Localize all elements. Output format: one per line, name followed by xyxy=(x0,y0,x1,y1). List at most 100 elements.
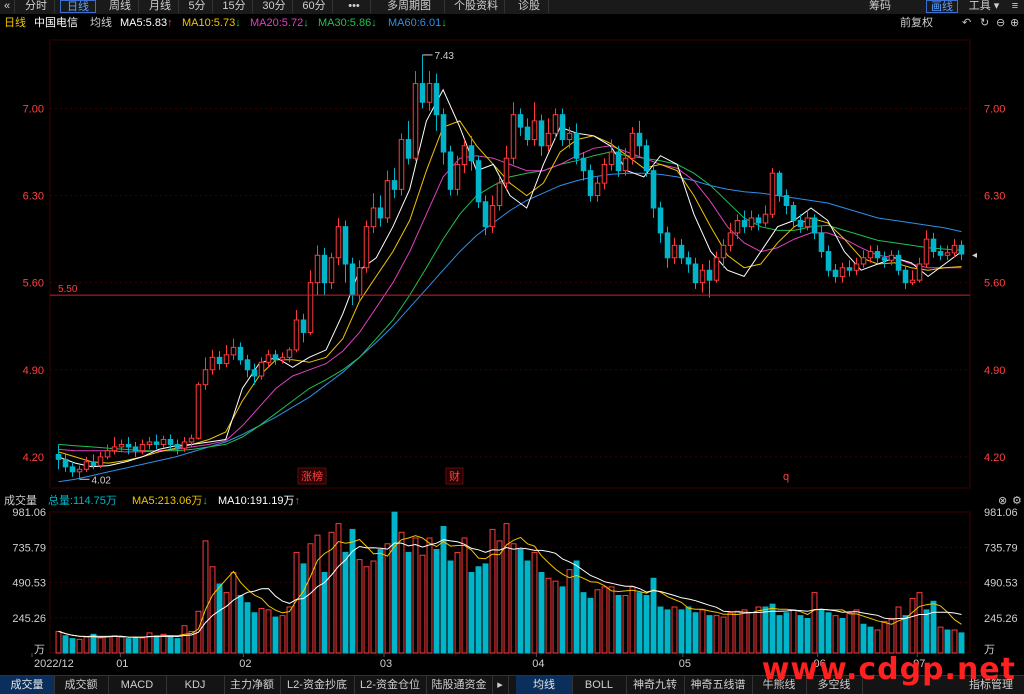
candle-body xyxy=(244,359,251,371)
candle-body xyxy=(251,369,258,377)
candle-body xyxy=(594,182,601,197)
volume-bar xyxy=(713,615,720,654)
volume-unit-left: 万 xyxy=(34,644,45,656)
candle-body xyxy=(237,346,244,361)
tab-main-net[interactable]: 主力净额 xyxy=(224,676,281,694)
volume-bar xyxy=(706,615,713,654)
candle-body xyxy=(958,244,965,255)
volume-bar xyxy=(377,549,384,654)
volume-bar xyxy=(762,606,769,654)
candle-body xyxy=(706,269,713,281)
candle-body xyxy=(97,456,104,467)
tab-ma-overlay[interactable]: 均线 xyxy=(516,676,573,694)
volume-bar xyxy=(867,626,874,654)
volume-bar xyxy=(146,632,153,654)
candle-body xyxy=(265,354,272,363)
candle-body xyxy=(811,217,818,234)
ma30-line xyxy=(58,151,962,452)
candle-body xyxy=(468,145,475,162)
candle-body xyxy=(391,180,398,190)
volume-tick-left: 735.79 xyxy=(12,542,46,554)
candle-body xyxy=(860,257,867,265)
candle-body xyxy=(377,207,384,219)
candle-body xyxy=(692,263,699,284)
date-label: 04 xyxy=(532,658,544,670)
volume-bar xyxy=(265,609,272,654)
volume-bar xyxy=(279,615,286,654)
volume-bar xyxy=(356,559,363,654)
volume-bar xyxy=(342,551,349,654)
candle-body xyxy=(566,132,573,141)
tab-l2-position[interactable]: L2-资金仓位 xyxy=(354,676,427,694)
volume-bar xyxy=(944,629,951,654)
tab-five-lines[interactable]: 神奇五线谱 xyxy=(684,676,753,694)
date-label: 2022/12 xyxy=(34,658,74,670)
volume-bar xyxy=(167,636,174,654)
volume-bar xyxy=(930,600,937,654)
candle-body xyxy=(447,151,454,190)
candle-body xyxy=(881,257,888,261)
tab-turnover[interactable]: 成交额 xyxy=(54,676,109,694)
price-grid xyxy=(49,39,971,489)
candle-body xyxy=(930,238,937,253)
candle-body xyxy=(741,219,748,228)
volume-bar xyxy=(300,563,307,654)
chart-canvas[interactable]: 7.00 7.00 6.30 6.30 5.60 5.60 4.90 4.90 4.20 4.20… xyxy=(0,0,1024,693)
volume-bar xyxy=(440,526,447,654)
tab-boll[interactable]: BOLL xyxy=(572,676,627,694)
tab-macd[interactable]: MACD xyxy=(108,676,167,694)
candle-body xyxy=(363,226,370,269)
candle-body xyxy=(370,207,377,228)
volume-bar xyxy=(251,612,258,654)
tab-kdj[interactable]: KDJ xyxy=(166,676,225,694)
volume-bar xyxy=(321,572,328,654)
volume-bar xyxy=(860,623,867,654)
candle-body xyxy=(545,132,552,147)
volume-bar xyxy=(559,586,566,654)
candle-body xyxy=(279,356,286,361)
candle-body xyxy=(475,160,482,203)
candle-body xyxy=(153,441,160,445)
candle-body xyxy=(356,267,363,296)
tab-nine-turns[interactable]: 神奇九转 xyxy=(626,676,685,694)
close-volume-icon[interactable]: ⊗ xyxy=(998,492,1007,510)
moving-average-lines xyxy=(58,88,962,483)
volume-bar xyxy=(510,543,517,654)
event-label: q xyxy=(783,471,789,483)
candle-body xyxy=(202,369,209,386)
volume-bar xyxy=(566,569,573,654)
tab-l2-bottom[interactable]: L2-资金抄底 xyxy=(280,676,355,694)
volume-bar xyxy=(76,638,83,654)
volume-bar xyxy=(755,606,762,654)
candle-body xyxy=(223,354,230,365)
tab-scroll-right[interactable]: ▸ xyxy=(492,676,509,694)
price-tick-left: 4.20 xyxy=(23,452,44,464)
tab-volume[interactable]: 成交量 xyxy=(0,676,55,694)
price-tick-right: 6.30 xyxy=(984,191,1005,203)
candle-body xyxy=(321,254,328,284)
volume-bar xyxy=(797,615,804,654)
candle-body xyxy=(874,251,881,259)
current-price-pointer: ◂ xyxy=(972,250,977,261)
candle-body xyxy=(538,120,545,147)
volume-bar xyxy=(447,560,454,654)
event-label-text: 财 xyxy=(449,469,460,483)
candle-body xyxy=(643,145,650,172)
volume-bar xyxy=(685,606,692,654)
volume-tick-left: 245.26 xyxy=(12,613,46,625)
volume-bar xyxy=(804,618,811,654)
candle-body xyxy=(909,279,916,284)
candle-body xyxy=(90,461,97,467)
volume-total: 总量:114.75万 xyxy=(48,495,117,507)
settings-icon[interactable]: ⚙ xyxy=(1012,492,1022,510)
tab-northbound[interactable]: 陆股通资金 xyxy=(426,676,493,694)
watermark-text: www.cdgp.net xyxy=(761,652,1016,687)
volume-title: 成交量 xyxy=(4,495,37,507)
volume-tick-left: 490.53 xyxy=(12,578,46,590)
candle-body xyxy=(335,226,342,259)
volume-bar xyxy=(482,563,489,654)
candle-body xyxy=(167,438,174,445)
volume-bar xyxy=(832,615,839,654)
volume-bar xyxy=(916,592,923,654)
candle-body xyxy=(76,468,83,473)
